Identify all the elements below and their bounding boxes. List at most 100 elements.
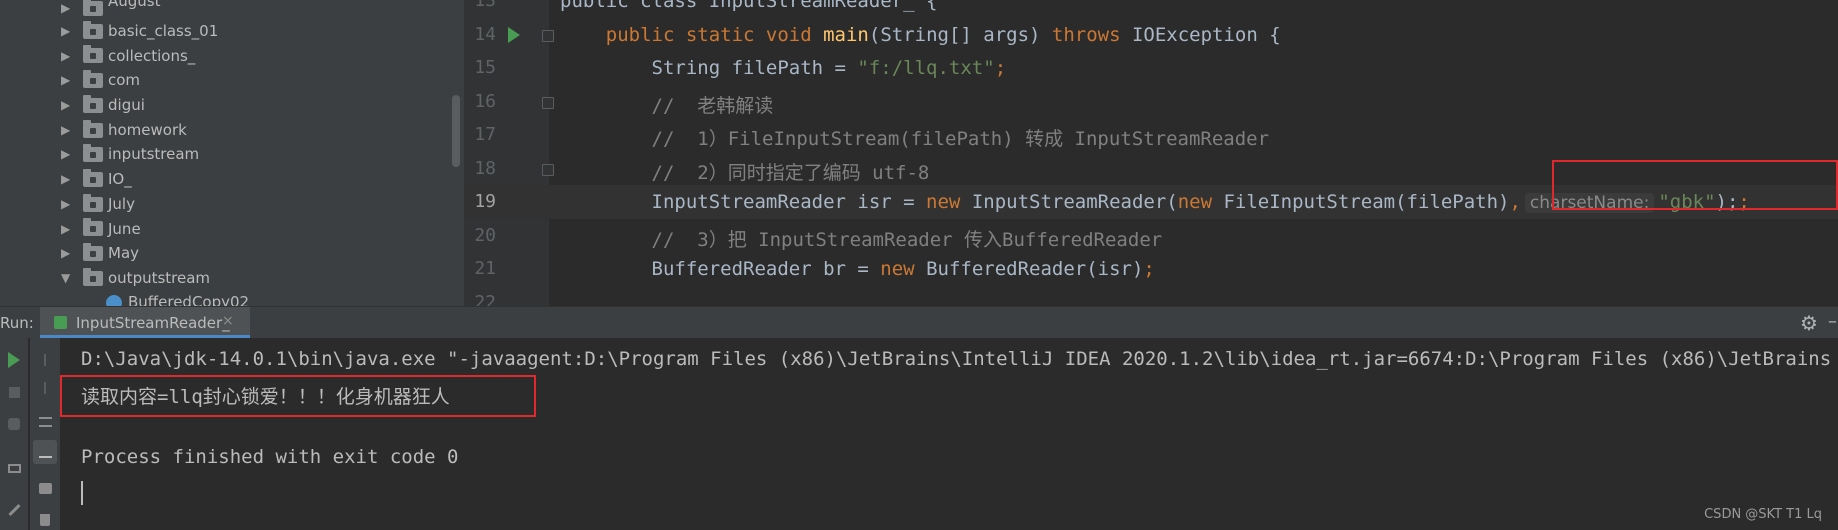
soft-wrap-icon[interactable]	[33, 410, 57, 434]
tree-item-label: July	[108, 194, 135, 213]
folder-icon	[83, 20, 103, 39]
line-number: 21	[474, 258, 496, 279]
tree-item[interactable]: ▶ digui	[0, 93, 464, 118]
code-editor[interactable]: 13 public class InputStreamReader_ { 14 pu…	[464, 0, 1838, 306]
tree-item[interactable]: BufferedCopy02	[0, 290, 464, 306]
tree-item[interactable]: ▶ collections_	[0, 43, 464, 68]
tree-item-label: outputstream	[108, 268, 211, 287]
run-tool-bar: Run: InputStreamReader_ × ⚙ –	[0, 306, 1838, 338]
code-token: // 2）同时指定了编码 utf-8	[560, 161, 930, 184]
fold-icon[interactable]	[542, 96, 554, 109]
code-token: new	[1177, 191, 1224, 213]
code-token: public static void	[605, 23, 824, 46]
trash-icon[interactable]	[33, 508, 57, 530]
folder-icon	[83, 168, 103, 187]
tree-item[interactable]: ▶ com	[0, 68, 464, 93]
line-number: 14	[474, 23, 496, 45]
code-token: // 3）把 InputStreamReader 传入BufferedReade…	[560, 228, 1163, 251]
chevron-right-icon[interactable]: ▶	[61, 24, 70, 38]
folder-icon	[83, 267, 103, 286]
tree-item-label: BufferedCopy02	[128, 293, 250, 306]
code-text: String filePath = "f:/llq.txt";	[560, 57, 1007, 79]
code-token: ;	[994, 57, 1007, 79]
tree-item[interactable]: ▶ inputstream	[0, 142, 464, 167]
line-number: 13	[474, 0, 496, 11]
gear-icon[interactable]: ⚙	[1800, 311, 1818, 335]
code-token: BufferedReader br =	[560, 258, 881, 280]
run-gutter-icon[interactable]	[508, 26, 520, 43]
code-line[interactable]: 15 String filePath = "f:/llq.txt";	[464, 51, 1838, 85]
layout-icon[interactable]	[2, 456, 26, 480]
print-icon[interactable]	[33, 476, 57, 500]
console-output[interactable]: D:\Java\jdk-14.0.1\bin\java.exe "-javaag…	[0, 338, 1838, 530]
code-token: BufferedReader(isr)	[926, 258, 1144, 280]
folder-icon	[83, 94, 103, 113]
tree-item[interactable]: ▶ June	[0, 216, 464, 241]
chevron-right-icon[interactable]: ▶	[61, 147, 70, 161]
code-token: // 1）FileInputStream(filePath) 转成 InputS…	[560, 128, 1270, 150]
tree-item[interactable]: ▶ July	[0, 192, 464, 217]
code-token: throws	[1051, 23, 1132, 46]
chevron-right-icon[interactable]: ▶	[61, 73, 70, 87]
code-text: public static void main(String[] args) t…	[560, 24, 1281, 46]
code-token: ,	[1509, 191, 1521, 213]
line-number: 18	[474, 157, 496, 179]
down-arrow-icon[interactable]	[33, 376, 57, 400]
project-tree-scrollbar[interactable]	[452, 95, 460, 167]
close-icon[interactable]: ×	[222, 313, 234, 329]
tree-item[interactable]: ▶ May	[0, 241, 464, 266]
folder-icon	[83, 243, 103, 261]
chevron-right-icon[interactable]: ▶	[61, 49, 70, 63]
code-token: InputStreamReader isr =	[560, 191, 927, 213]
chevron-right-icon[interactable]: ▶	[61, 1, 70, 15]
stop-icon[interactable]	[2, 380, 26, 404]
tree-item-label: May	[108, 244, 140, 263]
code-token: ;	[1143, 258, 1155, 280]
tree-item[interactable]: ▶ August	[0, 0, 464, 21]
tree-item[interactable]: ▶ basic_class_01	[0, 19, 464, 44]
line-number: 17	[474, 124, 496, 145]
chevron-right-icon[interactable]: ▶	[61, 222, 70, 236]
tree-item[interactable]: ▶ IO_	[0, 167, 464, 192]
chevron-right-icon[interactable]: ▶	[61, 197, 70, 211]
fold-icon[interactable]	[542, 163, 554, 176]
run-tab[interactable]: InputStreamReader_	[40, 307, 250, 338]
chevron-right-icon[interactable]: ▶	[61, 246, 70, 260]
code-line[interactable]: 17 // 1）FileInputStream(filePath) 转成 Inp…	[464, 118, 1838, 152]
pin-icon[interactable]	[2, 498, 26, 522]
project-tree: ▶ August ▶ basic_class_01 ▶ collections_ ▶ com ▶…	[0, 0, 464, 306]
fold-icon[interactable]	[542, 29, 554, 42]
code-token: new	[880, 258, 927, 280]
code-token: public class InputStreamReader_ {	[560, 0, 938, 12]
java-class-icon	[106, 295, 122, 306]
up-arrow-icon[interactable]	[33, 348, 57, 372]
line-number: 15	[474, 57, 496, 78]
code-line[interactable]: 14 public static void main(String[] args…	[464, 18, 1838, 52]
code-token: (String[] args)	[868, 23, 1052, 46]
rerun-icon[interactable]	[2, 348, 26, 372]
chevron-right-icon[interactable]: ▶	[61, 172, 70, 186]
code-token: String filePath =	[560, 57, 858, 79]
scroll-to-end-icon[interactable]	[33, 440, 57, 464]
code-line[interactable]: 22	[464, 286, 1838, 307]
folder-icon	[83, 0, 103, 16]
line-number: 20	[474, 224, 496, 246]
tree-item[interactable]: ▼ outputstream	[0, 266, 464, 291]
minimize-icon[interactable]: –	[1828, 311, 1837, 332]
code-line[interactable]: 16 // 老韩解读	[464, 85, 1838, 119]
tree-item-label: August	[108, 0, 161, 10]
code-token: FileInputStream(filePath)	[1223, 191, 1510, 213]
tree-item[interactable]: ▶ homework	[0, 118, 464, 143]
code-line[interactable]: 21 BufferedReader br = new BufferedReade…	[464, 252, 1838, 286]
tree-item-label: inputstream	[108, 145, 200, 164]
watermark: CSDN @SKT T1 Lq	[1704, 507, 1822, 522]
code-line[interactable]: 13 public class InputStreamReader_ {	[464, 0, 1838, 18]
chevron-right-icon[interactable]: ▶	[61, 98, 70, 112]
code-line[interactable]: 20 // 3）把 InputStreamReader 传入BufferedRe…	[464, 219, 1838, 253]
run-tab-label: InputStreamReader_	[76, 314, 230, 332]
code-text: BufferedReader br = new BufferedReader(i…	[560, 258, 1155, 280]
code-text: // 老韩解读	[560, 91, 774, 118]
debug-icon[interactable]	[2, 412, 26, 436]
chevron-down-icon[interactable]: ▼	[61, 271, 70, 285]
chevron-right-icon[interactable]: ▶	[61, 123, 70, 137]
